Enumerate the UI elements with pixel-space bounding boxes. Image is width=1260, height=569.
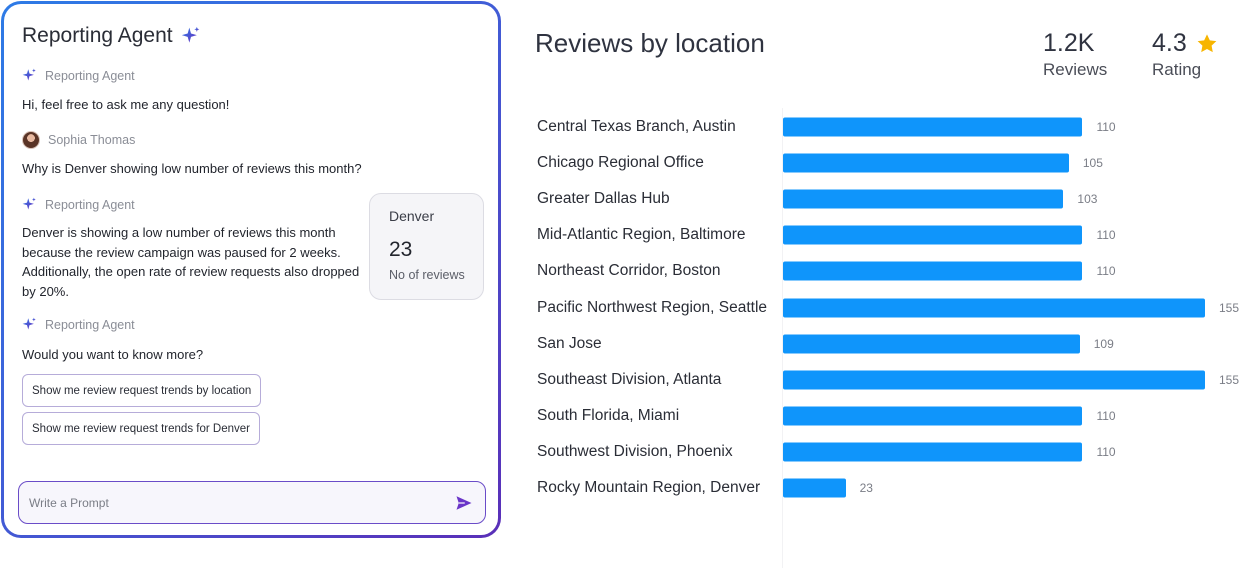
agent-sender: Reporting Agent — [22, 197, 135, 212]
chart-category-label: Chicago Regional Office — [537, 154, 704, 172]
chart-bar-value-label: 110 — [1096, 264, 1116, 279]
chart-axis-line — [782, 108, 783, 568]
chart-bar — [783, 153, 1069, 173]
chart-bar — [783, 370, 1205, 390]
stat-card-city: Denver — [389, 208, 435, 224]
chart-bar-value-label: 155 — [1219, 372, 1240, 387]
user-message: Why is Denver showing low number of revi… — [22, 161, 362, 176]
chart-category-label: Pacific Northwest Region, Seattle — [537, 298, 768, 316]
chart-category-label: Southwest Division, Phoenix — [537, 442, 733, 460]
send-icon — [456, 495, 472, 510]
sparkle-icon — [22, 68, 36, 81]
chart-bar-value-label: 110 — [1096, 120, 1116, 134]
send-button[interactable] — [453, 492, 475, 514]
chart-category-label: Greater Dallas Hub — [537, 190, 670, 208]
prompt-input[interactable] — [29, 495, 453, 510]
chat-panel-body: Reporting Agent Reporting Agent Hi, feel… — [4, 4, 498, 535]
chart-bar — [783, 298, 1205, 317]
chat-panel: Reporting Agent Reporting Agent Hi, feel… — [1, 1, 501, 538]
sender-name: Reporting Agent — [45, 68, 135, 83]
chart-bar-value-label: 110 — [1096, 408, 1116, 423]
avatar — [22, 131, 40, 149]
denver-stat-card: Denver 23 No of reviews — [369, 193, 484, 300]
sender-name: Reporting Agent — [45, 317, 135, 332]
chart-category-label: Central Texas Branch, Austin — [537, 118, 736, 135]
reviews-kpi: 1.2K Reviews — [1043, 29, 1107, 80]
chart-bar-value-label: 155 — [1219, 300, 1240, 315]
reviews-label: Reviews — [1043, 60, 1108, 79]
chart-bar-value-label: 103 — [1077, 192, 1098, 207]
suggestion-trends-by-location-button[interactable]: Show me review request trends by locatio… — [22, 374, 262, 407]
chart-category-label: Mid-Atlantic Region, Baltimore — [537, 226, 746, 244]
rating-label: Rating — [1152, 60, 1202, 79]
chart-bar — [783, 189, 1064, 209]
page-title: Reviews by location — [535, 28, 765, 58]
chart-bar — [783, 261, 1083, 281]
chart-bar — [783, 225, 1083, 245]
reviews-count: 1.2K — [1043, 29, 1095, 57]
agent-message: Denver is showing a low number of review… — [22, 225, 360, 299]
sparkle-icon — [22, 197, 36, 210]
chat-title: Reporting Agent — [22, 24, 201, 48]
stat-card-value: 23 — [389, 238, 413, 261]
suggestion-trends-for-denver-button[interactable]: Show me review request trends for Denver — [22, 412, 260, 445]
chart-bar — [783, 117, 1083, 137]
chart-bar — [783, 478, 846, 498]
chart-bar — [783, 406, 1083, 426]
chart-bar-value-label: 23 — [859, 481, 873, 495]
chart-bar-value-label: 110 — [1096, 444, 1116, 459]
agent-message: Would you want to know more? — [22, 347, 204, 362]
sender-name: Sophia Thomas — [48, 133, 136, 147]
chart-category-label: South Florida, Miami — [537, 406, 680, 424]
chart-category-label: Rocky Mountain Region, Denver — [537, 479, 761, 496]
user-sender: Sophia Thomas — [22, 131, 135, 149]
chart-bar-value-label: 110 — [1096, 228, 1116, 243]
sparkle-icon — [22, 317, 36, 330]
chart-bar — [783, 334, 1080, 354]
chart-bar — [783, 442, 1083, 462]
prompt-box — [18, 481, 486, 524]
agent-sender: Reporting Agent — [22, 317, 135, 332]
rating-kpi: 4.3 Rating — [1152, 29, 1218, 80]
chat-title-text: Reporting Agent — [22, 24, 173, 47]
sparkle-icon — [181, 26, 199, 43]
chart-bar-value-label: 109 — [1093, 336, 1114, 351]
chart-category-label: San Jose — [537, 334, 602, 352]
chart-bar-value-label: 105 — [1082, 156, 1103, 171]
rating-value-row: 4.3 — [1152, 29, 1218, 58]
star-icon — [1197, 33, 1217, 52]
agent-message: Hi, feel free to ask me any question! — [22, 97, 230, 112]
chart-category-label: Southeast Division, Atlanta — [537, 370, 722, 388]
chart-category-label: Northeast Corridor, Boston — [537, 262, 721, 280]
sender-name: Reporting Agent — [45, 197, 135, 212]
stat-card-label: No of reviews — [389, 268, 465, 282]
agent-sender: Reporting Agent — [22, 68, 135, 83]
rating-value: 4.3 — [1152, 29, 1187, 57]
